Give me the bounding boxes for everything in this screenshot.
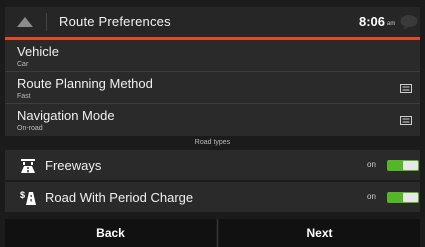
route-planning-method-row[interactable]: Route Planning Method Fast bbox=[5, 72, 420, 104]
navigation-mode-row[interactable]: Navigation Mode On-road bbox=[5, 104, 420, 136]
list-menu-icon bbox=[400, 116, 412, 125]
clock-ampm: am bbox=[387, 21, 396, 27]
screen: Route Preferences 8:06 am Vehicle Car Rou… bbox=[0, 0, 425, 247]
vehicle-row[interactable]: Vehicle Car bbox=[5, 40, 420, 72]
clock: 8:06 am bbox=[359, 14, 395, 29]
up-arrow-icon bbox=[17, 17, 33, 27]
page-title: Route Preferences bbox=[59, 14, 171, 29]
button-divider bbox=[217, 219, 218, 247]
clock-time: 8:06 bbox=[359, 14, 386, 29]
svg-text:$: $ bbox=[20, 190, 25, 200]
road-with-period-charge-toggle[interactable] bbox=[387, 192, 419, 203]
freeways-label: Freeways bbox=[45, 158, 102, 173]
freeways-toggle[interactable] bbox=[387, 160, 419, 171]
road-with-period-charge-state-text: on bbox=[367, 192, 376, 201]
toll-road-icon: $ bbox=[20, 190, 36, 205]
road-with-period-charge-row[interactable]: $ Road With Period Charge on bbox=[5, 182, 420, 212]
back-arrow-button[interactable] bbox=[5, 7, 45, 37]
navigation-mode-value: On-road bbox=[17, 125, 43, 132]
navigation-mode-label: Navigation Mode bbox=[17, 108, 115, 123]
vehicle-label: Vehicle bbox=[17, 44, 59, 59]
header-divider bbox=[46, 13, 47, 31]
road-with-period-charge-label: Road With Period Charge bbox=[45, 190, 194, 205]
message-bubble-icon[interactable] bbox=[400, 14, 418, 30]
road-types-section-header: Road types bbox=[5, 137, 420, 148]
list-menu-icon bbox=[400, 84, 412, 93]
next-button[interactable]: Next bbox=[219, 219, 420, 247]
route-planning-method-label: Route Planning Method bbox=[17, 76, 153, 91]
freeway-icon bbox=[21, 159, 35, 173]
freeways-state-text: on bbox=[367, 160, 376, 169]
toggle-knob bbox=[403, 193, 418, 202]
route-planning-method-value: Fast bbox=[17, 93, 31, 100]
freeways-row[interactable]: Freeways on bbox=[5, 150, 420, 180]
back-button[interactable]: Back bbox=[5, 219, 216, 247]
header-bar: Route Preferences 8:06 am bbox=[5, 7, 420, 37]
vehicle-value: Car bbox=[17, 61, 29, 68]
toggle-knob bbox=[403, 161, 418, 170]
